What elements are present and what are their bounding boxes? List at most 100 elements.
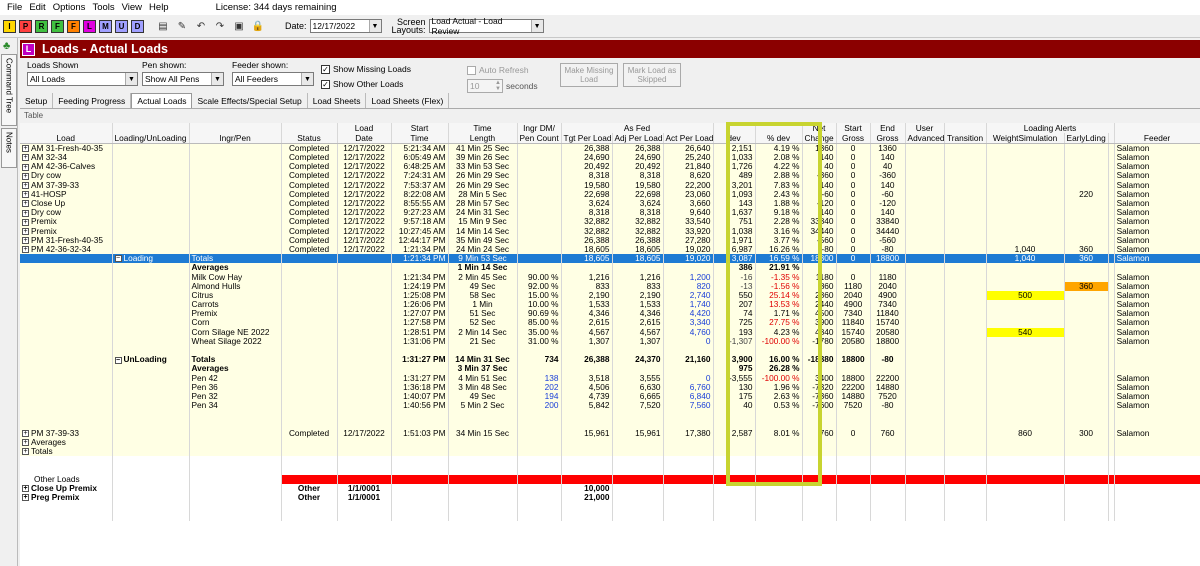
make-missing-load-button[interactable]: Make Missing Load bbox=[560, 63, 618, 87]
loads-shown-select[interactable]: All Loads ▼ bbox=[27, 72, 138, 86]
checkbox-checked-icon[interactable]: ✓ bbox=[321, 65, 330, 75]
screen-layout-select[interactable]: Load Actual - Load Review ▼ bbox=[428, 16, 544, 36]
chevron-down-icon[interactable]: ▼ bbox=[301, 73, 313, 85]
undo-icon[interactable]: ↶ bbox=[194, 19, 208, 33]
col-load[interactable]: Load bbox=[20, 133, 113, 144]
checkbox-icon[interactable] bbox=[467, 66, 476, 76]
load-row[interactable]: +41-HOSP Completed 12/17/2022 8:22:08 AM 28 … bbox=[20, 189, 1200, 199]
load-row[interactable]: + Premix Completed 12/17/2022 10:27:45 AM 14 … bbox=[20, 226, 1200, 236]
tb-button-p[interactable]: P bbox=[19, 19, 32, 33]
loading-averages-row[interactable]: Averages 1 Min 14 Sec 386 21.91 % bbox=[20, 263, 1200, 273]
edit-icon[interactable]: ✎ bbox=[175, 19, 189, 33]
menu-file[interactable]: File bbox=[7, 2, 22, 13]
chevron-down-icon[interactable]: ▼ bbox=[368, 20, 381, 32]
load-row[interactable]: + Premix Completed 12/17/2022 9:57:18 AM 15 M… bbox=[20, 217, 1200, 227]
menu-edit[interactable]: Edit bbox=[29, 2, 45, 13]
load-row[interactable]: + AM 42-36-Calves Completed 12/17/2022 6:48:… bbox=[20, 162, 1200, 172]
pen-row[interactable]: Pen 42 1:31:27 PM 4 Min 51 Sec 138 3,518 3,55… bbox=[20, 373, 1200, 383]
tab-setup[interactable]: Setup bbox=[20, 93, 54, 108]
menu-options[interactable]: Options bbox=[53, 2, 86, 13]
notes-tab[interactable]: Notes bbox=[1, 128, 17, 168]
col-time[interactable]: Time bbox=[391, 133, 449, 144]
print-icon[interactable]: ▤ bbox=[156, 19, 170, 33]
show-other-checkbox[interactable]: ✓ Show Other Loads bbox=[321, 79, 403, 90]
col-date[interactable]: Date bbox=[337, 133, 392, 144]
ingredient-row[interactable]: Corn Silage NE 2022 1:28:51 PM 2 Min 14 Se… bbox=[20, 327, 1200, 337]
load-row[interactable]: + AM 31-Fresh-40-35 Completed 12/17/2022 5:2… bbox=[20, 143, 1200, 153]
load-row[interactable]: + AM 32-34 Completed 12/17/2022 6:05:49 AM 39… bbox=[20, 153, 1200, 163]
expand-icon[interactable]: + bbox=[22, 154, 29, 162]
load-averages-row[interactable]: + Averages bbox=[20, 437, 1200, 447]
load-totals-row[interactable]: + Totals bbox=[20, 447, 1200, 457]
spacer-row[interactable] bbox=[20, 345, 1200, 356]
col-end-gross[interactable]: Gross bbox=[870, 133, 906, 144]
load-row[interactable]: + PM 31-Fresh-40-35 Completed 12/17/2022 12:… bbox=[20, 235, 1200, 245]
mark-load-skipped-button[interactable]: Mark Load as Skipped bbox=[623, 63, 681, 87]
expand-icon[interactable]: + bbox=[22, 237, 29, 245]
col-transition[interactable]: Transition bbox=[944, 133, 987, 144]
collapse-icon[interactable]: − bbox=[114, 255, 122, 263]
expand-icon[interactable]: + bbox=[22, 448, 29, 456]
tab-load-sheets[interactable]: Load Sheets bbox=[308, 93, 367, 108]
chevron-down-icon[interactable]: ▼ bbox=[125, 73, 137, 85]
checkbox-checked-icon[interactable]: ✓ bbox=[321, 80, 330, 90]
feeder-shown-select[interactable]: All Feeders ▼ bbox=[232, 72, 314, 86]
unloading-averages-row[interactable]: Averages 3 Min 37 Sec 975 26.28 % bbox=[20, 364, 1200, 374]
col-act-per-load[interactable]: Act Per Load bbox=[663, 133, 714, 144]
other-load-row[interactable]: + Close Up Premix Other 1/1/0001 10,000 bbox=[20, 483, 1200, 493]
tab-scale-effects[interactable]: Scale Effects/Special Setup bbox=[192, 93, 308, 108]
col-start-gross[interactable]: Gross bbox=[836, 133, 871, 144]
chevron-down-icon[interactable]: ▼ bbox=[211, 73, 223, 85]
col-dev[interactable]: dev bbox=[713, 133, 756, 144]
col-pen-count[interactable]: Pen Count bbox=[517, 133, 562, 144]
other-load-row[interactable]: + Preg Premix Other 1/1/0001 21,000 bbox=[20, 492, 1200, 503]
spacer-row[interactable] bbox=[20, 502, 1200, 512]
tab-load-sheets-flex[interactable]: Load Sheets (Flex) bbox=[366, 93, 450, 108]
ingredient-row[interactable]: Premix 1:27:07 PM 51 Sec 90.69 % 4,346 4,346 4… bbox=[20, 309, 1200, 319]
col-status[interactable]: Status bbox=[281, 133, 338, 144]
save-icon[interactable]: ▣ bbox=[232, 19, 246, 33]
tb-button-m[interactable]: M bbox=[99, 19, 112, 33]
spacer-row[interactable] bbox=[20, 511, 1200, 521]
expand-icon[interactable]: + bbox=[22, 200, 29, 208]
tb-button-f2[interactable]: F bbox=[67, 19, 80, 33]
spacer-row[interactable] bbox=[20, 419, 1200, 429]
expand-icon[interactable]: + bbox=[22, 227, 29, 235]
spacer-row[interactable] bbox=[20, 456, 1200, 466]
lock-icon[interactable]: 🔒 bbox=[251, 19, 265, 33]
tb-button-f1[interactable]: F bbox=[51, 19, 64, 33]
col-load-date-top[interactable]: Load bbox=[337, 123, 392, 133]
col-tgt-per-load[interactable]: Tgt Per Load bbox=[561, 133, 613, 144]
ingredient-row[interactable]: Wheat Silage 2022 1:31:06 PM 21 Sec 31.00 %… bbox=[20, 336, 1200, 346]
col-net-change[interactable]: Change bbox=[802, 133, 837, 144]
ingredient-row[interactable]: Almond Hulls 1:24:19 PM 49 Sec 92.00 % 833 83… bbox=[20, 281, 1200, 291]
tab-feeding-progress[interactable]: Feeding Progress bbox=[53, 93, 132, 108]
expand-icon[interactable]: + bbox=[22, 439, 29, 447]
menu-view[interactable]: View bbox=[122, 2, 142, 13]
load-row[interactable]: + PM 42-36-32-34 Completed 12/17/2022 1:21:3… bbox=[20, 244, 1200, 255]
col-weight-simulation[interactable]: WeightSimulation bbox=[986, 133, 1065, 144]
refresh-interval-spinner[interactable]: 10 ▲ ▼ bbox=[467, 79, 503, 93]
pen-shown-select[interactable]: Show All Pens ▼ bbox=[142, 72, 224, 86]
expand-icon[interactable]: + bbox=[22, 485, 29, 493]
col-user-advanced[interactable]: Advanced bbox=[905, 133, 945, 144]
expand-icon[interactable]: + bbox=[22, 172, 29, 180]
chevron-down-icon[interactable]: ▼ bbox=[530, 20, 543, 32]
unloading-totals-row[interactable]: − UnLoading Totals 1:31:27 PM 14 Min 31 Sec 7… bbox=[20, 355, 1200, 365]
col-ingr-pen[interactable]: Ingr/Pen bbox=[189, 133, 282, 144]
spacer-row[interactable] bbox=[20, 410, 1200, 420]
date-picker[interactable]: 12/17/2022 ▼ bbox=[309, 19, 382, 33]
tb-button-d[interactable]: D bbox=[131, 19, 144, 33]
spinner-arrows-icon[interactable]: ▲ ▼ bbox=[495, 80, 501, 92]
col-loading-unloading[interactable]: Loading/UnLoading bbox=[112, 133, 190, 144]
col-pct-dev[interactable]: % dev bbox=[755, 133, 803, 144]
expand-icon[interactable]: + bbox=[22, 191, 29, 199]
tb-button-r[interactable]: R bbox=[35, 19, 48, 33]
menu-help[interactable]: Help bbox=[149, 2, 169, 13]
ingredient-row[interactable]: Citrus 1:25:08 PM 58 Sec 15.00 % 2,190 2,190 2… bbox=[20, 290, 1200, 300]
expand-icon[interactable]: + bbox=[22, 181, 29, 189]
expand-icon[interactable]: + bbox=[22, 494, 29, 502]
load-row[interactable]: + Dry cow Completed 12/17/2022 7:24:31 AM 26 … bbox=[20, 171, 1200, 181]
command-tree-tab[interactable]: Command Tree bbox=[1, 54, 17, 126]
ingredient-row[interactable]: Carrots 1:26:06 PM 1 Min 10.00 % 1,533 1,533 1… bbox=[20, 300, 1200, 310]
